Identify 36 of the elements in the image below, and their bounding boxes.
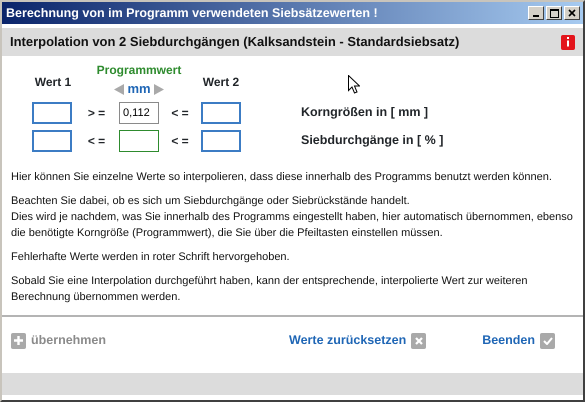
relation-label: < = (170, 132, 190, 150)
input-field[interactable] (201, 130, 241, 152)
check-icon (540, 332, 555, 348)
paragraph: Hier können Sie einzelne Werte so interpolieren, dass diese innerhalb des Programms benutzt werden können. (11, 170, 553, 184)
relation-label: < = (170, 104, 190, 122)
close-icon (411, 332, 426, 348)
mouse-cursor-icon (348, 75, 360, 94)
relation-label: < = (86, 132, 106, 150)
minimize-button[interactable] (528, 6, 544, 20)
row-label: Siebdurchgänge in [ % ] (301, 132, 444, 150)
paragraph: Dies wird je nachdem, was Sie innerhalb des Programms eingestellt haben, hier automatisch übernommen, ebenso die benötigte Korngröße (Programmwert), die Sie über die Pfeiltasten einstellen müssen. (11, 210, 574, 240)
info-icon[interactable] (561, 34, 575, 50)
close-icon (568, 9, 576, 17)
close-button[interactable] (564, 6, 580, 20)
input-field[interactable]: 0,112 (119, 102, 159, 124)
input-field[interactable] (201, 102, 241, 124)
column-header: Programmwert (96, 62, 182, 79)
action-button: übernehmen (11, 331, 106, 350)
paragraph: Sobald Sie eine Interpolation durchgeführt haben, kann der entsprechende, interpolierte Wert zur weiteren Berechnung übernommen werden. (11, 274, 529, 304)
paragraph: Fehlerhafte Werte werden in roter Schrift hervorgehoben. (11, 250, 291, 264)
maximize-icon (550, 8, 558, 18)
column-header: Wert 2 (202, 74, 240, 92)
relation-label: > = (86, 104, 106, 122)
plus-icon (11, 332, 26, 348)
action-button[interactable]: Werte zurücksetzen (289, 331, 426, 350)
column-header: Wert 1 (34, 74, 72, 92)
input-field[interactable] (32, 102, 72, 124)
window-title: Berechnung von im Programm verwendeten Siebsätzewerten ! (6, 4, 379, 22)
action-button[interactable]: Beenden (482, 331, 555, 350)
row-label: Korngrößen in [ mm ] (301, 104, 430, 122)
unit-label: mm (127, 80, 151, 98)
paragraph: Beachten Sie dabei, ob es sich um Siebdurchgänge oder Siebrückstände handelt. (11, 194, 411, 208)
section-title: Interpolation von 2 Siebdurchgängen (Kalksandstein - Standardsiebsatz) (10, 33, 460, 52)
input-field[interactable] (32, 130, 72, 152)
maximize-button[interactable] (546, 6, 562, 20)
input-field[interactable] (119, 130, 159, 152)
